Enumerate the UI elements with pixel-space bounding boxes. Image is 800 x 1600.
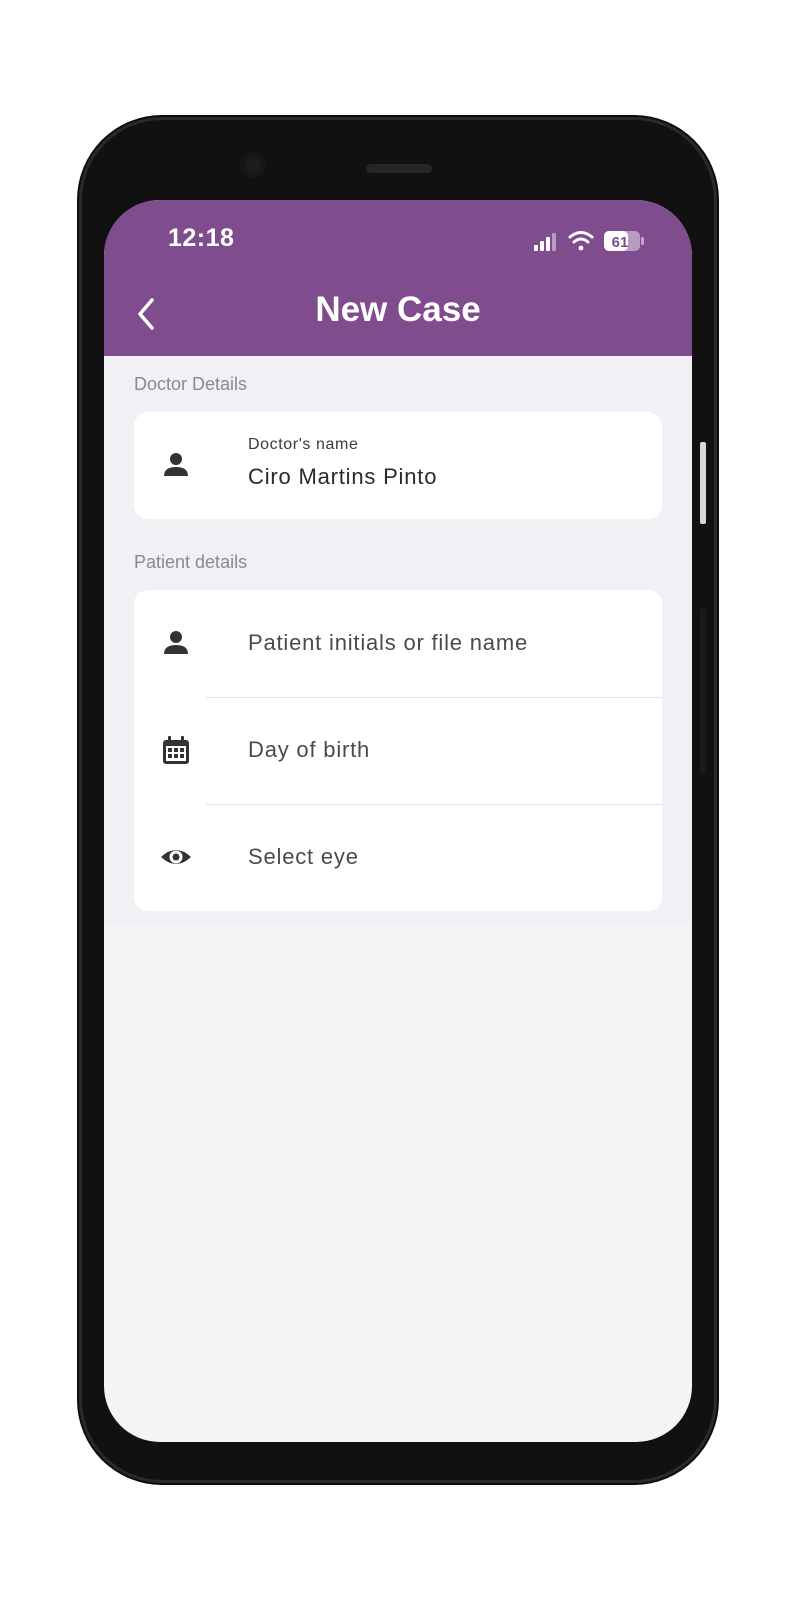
patient-section-label: Patient details xyxy=(134,552,248,572)
select-eye-field[interactable]: Select eye xyxy=(134,804,662,911)
doctor-name-label: Doctor's name xyxy=(248,436,359,453)
phone-side-button xyxy=(700,608,706,774)
form-content: Doctor Details Doctor's name Ciro Martin… xyxy=(104,356,692,926)
earpiece-speaker xyxy=(366,164,432,173)
doctor-card: Doctor's name Ciro Martins Pinto xyxy=(134,412,662,519)
patient-card: Patient initials or file name Day of bir… xyxy=(134,590,662,911)
day-of-birth-placeholder: Day of birth xyxy=(248,737,371,762)
app-screen: 12:18 61 New Case Doctor Details Doctor'… xyxy=(104,200,692,1442)
wifi-icon xyxy=(568,231,594,251)
day-of-birth-field[interactable]: Day of birth xyxy=(134,697,662,804)
battery-icon: 61 xyxy=(604,231,644,251)
page-title: New Case xyxy=(315,290,481,329)
cellular-signal-icon xyxy=(534,233,556,251)
eye-icon xyxy=(161,850,191,864)
patient-initials-field[interactable]: Patient initials or file name xyxy=(134,590,662,697)
phone-frame: 12:18 61 New Case Doctor Details Doctor'… xyxy=(82,120,714,1480)
doctor-name-field[interactable]: Doctor's name Ciro Martins Pinto xyxy=(134,412,662,519)
select-eye-placeholder: Select eye xyxy=(248,844,359,869)
battery-level: 61 xyxy=(612,234,629,251)
calendar-icon xyxy=(163,736,189,764)
front-camera xyxy=(240,152,266,178)
app-header: 12:18 61 New Case xyxy=(104,200,692,356)
person-icon xyxy=(164,631,188,654)
status-icons: 61 xyxy=(534,231,644,251)
doctor-section-label: Doctor Details xyxy=(134,374,248,394)
phone-side-button xyxy=(700,442,706,524)
person-icon xyxy=(164,453,188,476)
patient-initials-placeholder: Patient initials or file name xyxy=(248,630,528,655)
status-time: 12:18 xyxy=(168,224,235,252)
doctor-name-value: Ciro Martins Pinto xyxy=(248,464,438,489)
